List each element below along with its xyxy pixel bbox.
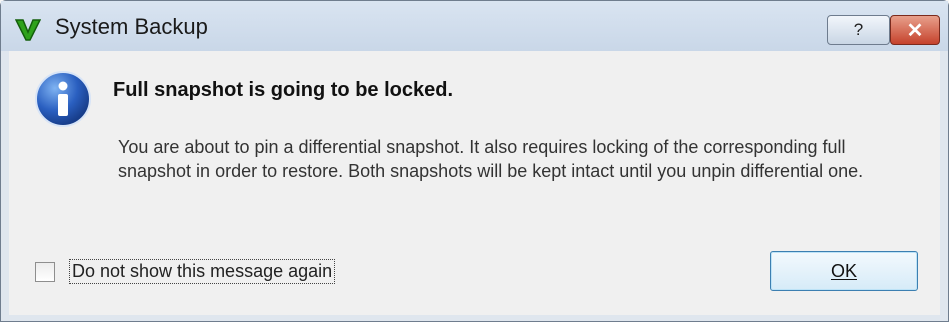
help-button-label: ?: [853, 20, 864, 39]
dialog-message: You are about to pin a differential snap…: [118, 137, 864, 181]
dont-show-again-checkbox[interactable]: [35, 261, 55, 282]
close-icon: ✕: [906, 19, 924, 42]
title-bar[interactable]: System Backup ? ✕: [1, 1, 948, 51]
dialog-heading: Full snapshot is going to be locked.: [113, 79, 454, 101]
ok-button[interactable]: OK: [770, 251, 918, 291]
window-title: System Backup: [55, 14, 208, 39]
app-shield-icon: [15, 19, 41, 41]
dont-show-again-label[interactable]: Do not show this message again: [69, 259, 336, 284]
help-button[interactable]: ?: [827, 15, 890, 45]
dont-show-again-option[interactable]: Do not show this message again: [35, 259, 336, 284]
close-button[interactable]: ✕: [890, 15, 940, 45]
ok-button-label: OK: [830, 260, 857, 281]
dialog-window: System Backup ? ✕ Full snapshot is going…: [0, 0, 949, 322]
dialog-content: Full snapshot is going to be locked. You…: [9, 51, 940, 315]
info-icon: [35, 71, 91, 127]
